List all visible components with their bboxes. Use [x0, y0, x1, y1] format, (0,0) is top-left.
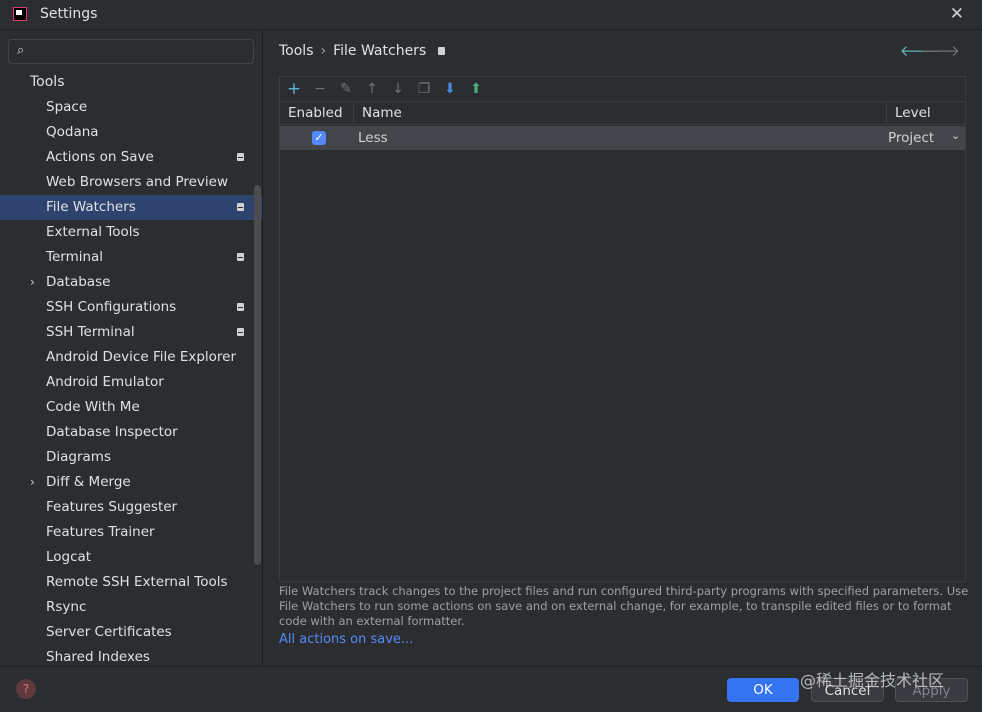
sidebar-item-label: Android Emulator [46, 374, 164, 390]
table-header: Enabled Name Level [280, 101, 965, 125]
sidebar-item-label: File Watchers [46, 199, 136, 215]
project-level-icon [237, 203, 244, 211]
sidebar-item-label: Qodana [46, 124, 99, 140]
search-input[interactable] [37, 42, 247, 61]
sidebar-item[interactable]: › Database [0, 270, 262, 295]
close-icon[interactable]: ✕ [950, 4, 964, 24]
sidebar-item-label: Actions on Save [46, 149, 154, 165]
sidebar-item[interactable]: Android Device File Explorer [0, 345, 262, 370]
sidebar-item-label: SSH Configurations [46, 299, 177, 315]
file-watchers-panel: + − ✎ ↑ ↓ ❐ ⬇ ⬆ Enabled Name Level ✓ Les… [279, 76, 966, 582]
move-up-icon[interactable]: ↑ [362, 79, 382, 99]
ok-button[interactable]: OK [727, 678, 799, 702]
search-icon: ⌕ [17, 43, 25, 58]
sidebar-item[interactable]: Actions on Save [0, 145, 262, 170]
sidebar-item-label: Diff & Merge [46, 474, 131, 490]
sidebar-item-label: Database [46, 274, 111, 290]
chevron-down-icon[interactable]: ⌄ [951, 129, 960, 142]
sidebar-item-label: Shared Indexes [46, 649, 150, 665]
sidebar-item-label: Server Certificates [46, 624, 172, 640]
sidebar-item-label: Features Suggester [46, 499, 178, 515]
help-icon[interactable]: ? [16, 679, 36, 699]
copy-icon[interactable]: ❐ [414, 79, 434, 99]
sidebar-item-label: Features Trainer [46, 524, 155, 540]
chevron-right-icon[interactable]: › [30, 270, 35, 295]
sidebar-item[interactable]: Code With Me [0, 395, 262, 420]
settings-tree: Tools Space Qodana Actions on Save Web Brow… [0, 70, 262, 666]
sidebar-item-label: Web Browsers and Preview [46, 174, 228, 190]
sidebar-item[interactable]: Database Inspector [0, 420, 262, 445]
sidebar-item[interactable]: Diagrams [0, 445, 262, 470]
column-divider[interactable] [886, 102, 887, 125]
sidebar-item-label: Code With Me [46, 399, 140, 415]
sidebar-item[interactable]: › Diff & Merge [0, 470, 262, 495]
sidebar-item[interactable]: Rsync [0, 595, 262, 620]
breadcrumb-current: File Watchers [333, 43, 427, 59]
sidebar-item-label: Remote SSH External Tools [46, 574, 228, 590]
breadcrumb: Tools › File Watchers [279, 43, 446, 59]
search-box[interactable]: ⌕ [8, 39, 254, 64]
project-level-icon [237, 303, 244, 311]
sidebar-item-label: Diagrams [46, 449, 111, 465]
move-down-icon[interactable]: ↓ [388, 79, 408, 99]
sidebar-item[interactable]: Web Browsers and Preview [0, 170, 262, 195]
sidebar-item[interactable]: Android Emulator [0, 370, 262, 395]
sidebar-item[interactable]: Server Certificates [0, 620, 262, 645]
column-divider[interactable] [353, 102, 354, 125]
forward-arrow-icon[interactable]: 🡒 [920, 41, 960, 60]
breadcrumb-parent[interactable]: Tools [279, 43, 314, 59]
title-bar: Settings ✕ [0, 0, 982, 30]
sidebar-item-label: Rsync [46, 599, 87, 615]
import-icon[interactable]: ⬇ [440, 79, 460, 99]
description-text: File Watchers track changes to the proje… [279, 584, 969, 628]
watcher-name: Less [358, 130, 388, 146]
tree-group-tools[interactable]: Tools [0, 70, 262, 95]
all-actions-on-save-link[interactable]: All actions on save... [279, 632, 413, 647]
column-name[interactable]: Name [362, 105, 402, 121]
sidebar-item-label: Logcat [46, 549, 92, 565]
project-level-icon [237, 328, 244, 336]
window-title: Settings [40, 6, 98, 22]
sidebar-scrollbar[interactable] [254, 185, 261, 565]
sidebar-item-label: Android Device File Explorer [46, 349, 237, 365]
sidebar-item-label: SSH Terminal [46, 324, 135, 340]
chevron-right-icon[interactable]: › [30, 470, 35, 495]
sidebar-item-label: Terminal [46, 249, 104, 265]
main-panel: Tools › File Watchers 🡐 🡒 + − ✎ ↑ ↓ ❐ ⬇ ⬆ … [264, 30, 982, 666]
table-toolbar: + − ✎ ↑ ↓ ❐ ⬇ ⬆ [280, 77, 965, 101]
sidebar-item[interactable]: Logcat [0, 545, 262, 570]
settings-sidebar: ⌕ Tools Space Qodana Actions on Save Web Br… [0, 30, 263, 666]
watermark: @稀土掘金技术社区 [800, 671, 945, 690]
dialog-footer: ? OK Cancel Apply @稀土掘金技术社区 [0, 666, 982, 712]
sidebar-item[interactable]: Qodana [0, 120, 262, 145]
sidebar-item[interactable]: Space [0, 95, 262, 120]
sidebar-item[interactable]: File Watchers [0, 195, 262, 220]
sidebar-item[interactable]: Features Suggester [0, 495, 262, 520]
column-enabled[interactable]: Enabled [288, 105, 343, 121]
edit-icon[interactable]: ✎ [336, 79, 356, 99]
breadcrumb-separator: › [320, 43, 327, 59]
sidebar-item[interactable]: SSH Terminal [0, 320, 262, 345]
project-level-icon [438, 47, 446, 55]
sidebar-item[interactable]: External Tools [0, 220, 262, 245]
sidebar-item[interactable]: SSH Configurations [0, 295, 262, 320]
column-level[interactable]: Level [895, 105, 931, 121]
level-dropdown[interactable]: Project [888, 130, 934, 146]
add-icon[interactable]: + [284, 79, 304, 99]
app-logo-icon [13, 7, 27, 21]
sidebar-item-label: Database Inspector [46, 424, 178, 440]
sidebar-item[interactable]: Features Trainer [0, 520, 262, 545]
export-icon[interactable]: ⬆ [466, 79, 486, 99]
project-level-icon [237, 153, 244, 161]
table-row[interactable]: ✓ Less Project ⌄ [280, 126, 965, 150]
sidebar-item[interactable]: Remote SSH External Tools [0, 570, 262, 595]
sidebar-item-label: Space [46, 99, 88, 115]
sidebar-item[interactable]: Shared Indexes [0, 645, 262, 666]
enabled-checkbox[interactable]: ✓ [312, 131, 326, 145]
project-level-icon [237, 253, 244, 261]
remove-icon[interactable]: − [310, 79, 330, 99]
sidebar-item[interactable]: Terminal [0, 245, 262, 270]
sidebar-item-label: External Tools [46, 224, 140, 240]
